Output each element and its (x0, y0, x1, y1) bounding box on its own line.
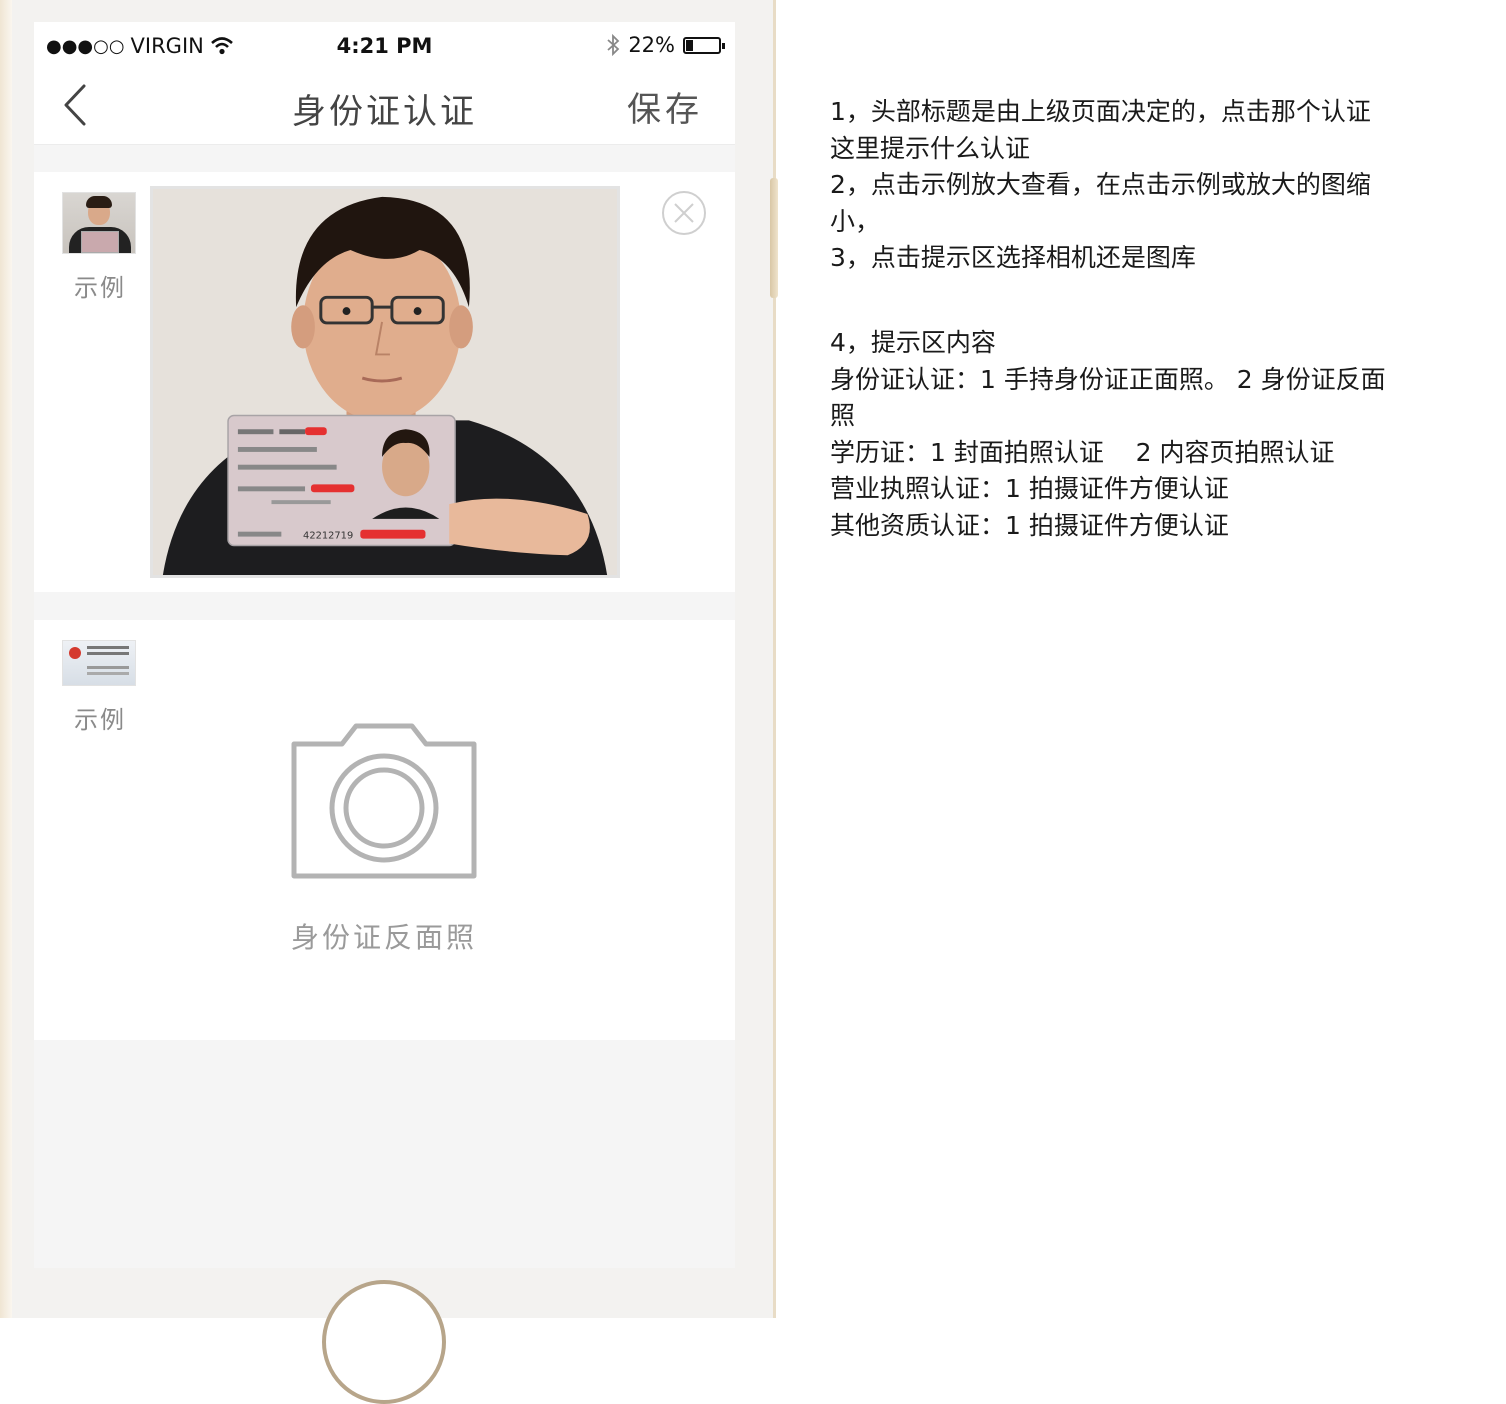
save-button[interactable]: 保存 (627, 82, 703, 131)
id-front-section: 示例 42212719 (34, 172, 735, 592)
id-card-number: 42212719 (303, 531, 353, 542)
home-button[interactable] (322, 1280, 446, 1404)
note-line: 营业执照认证：1 拍摄证件方便认证 (830, 474, 1229, 504)
upload-photo-area[interactable]: 身份证反面照 (278, 722, 490, 956)
front-example[interactable]: 示例 (62, 192, 138, 303)
thumb-hair (86, 196, 112, 208)
annotation-notes: 1，头部标题是由上级页面决定的，点击那个认证 这里提示什么认证 2，点击示例放大… (830, 94, 1430, 545)
status-bar: ●●●○○ VIRGIN 4:21 PM 22% (34, 22, 735, 70)
note-gap (830, 277, 1430, 325)
note-line: 3，点击提示区选择相机还是图库 (830, 243, 1196, 273)
front-example-thumbnail[interactable] (62, 192, 136, 254)
person-holding-id-photo: 42212719 (153, 189, 617, 575)
note-line: 照 (830, 401, 856, 431)
id-back-section: 示例 身份证反面照 (34, 620, 735, 1040)
battery-icon (683, 36, 725, 54)
note-line: 其他资质认证：1 拍摄证件方便认证 (830, 510, 1229, 540)
note-line: 4，提示区内容 (830, 327, 996, 357)
front-example-label: 示例 (74, 274, 126, 302)
note-line: 这里提示什么认证 (830, 133, 1031, 163)
note-line: 小， (830, 206, 881, 236)
upload-label: 身份证反面照 (290, 921, 477, 954)
bluetooth-icon (607, 33, 620, 57)
uploaded-photo[interactable]: 42212719 (150, 186, 620, 578)
navigation-bar: 身份证认证 保存 (34, 70, 735, 145)
note-line: 1，头部标题是由上级页面决定的，点击那个认证 (830, 97, 1371, 126)
battery-percentage: 22% (628, 33, 675, 57)
status-right: 22% (606, 33, 725, 57)
phone-screen: ●●●○○ VIRGIN 4:21 PM 22% 身份证认证 保存 示例 422… (34, 22, 735, 1268)
battery-fill (686, 39, 693, 51)
thumb-text-lines (87, 646, 129, 649)
close-icon[interactable] (661, 190, 707, 236)
back-example-label: 示例 (74, 706, 126, 734)
note-line: 学历证：1 封面拍照认证 2 内容页拍照认证 (830, 437, 1335, 467)
note-line: 身份证认证：1 手持身份证正面照。 2 身份证反面 (830, 364, 1386, 394)
back-example[interactable]: 示例 (62, 640, 138, 735)
camera-icon (291, 723, 477, 879)
national-emblem-icon (69, 647, 81, 659)
back-example-thumbnail[interactable] (62, 640, 136, 686)
note-line: 2，点击示例放大查看，在点击示例或放大的图缩 (830, 170, 1371, 200)
phone-side-button (770, 178, 778, 298)
thumb-card (81, 231, 119, 253)
